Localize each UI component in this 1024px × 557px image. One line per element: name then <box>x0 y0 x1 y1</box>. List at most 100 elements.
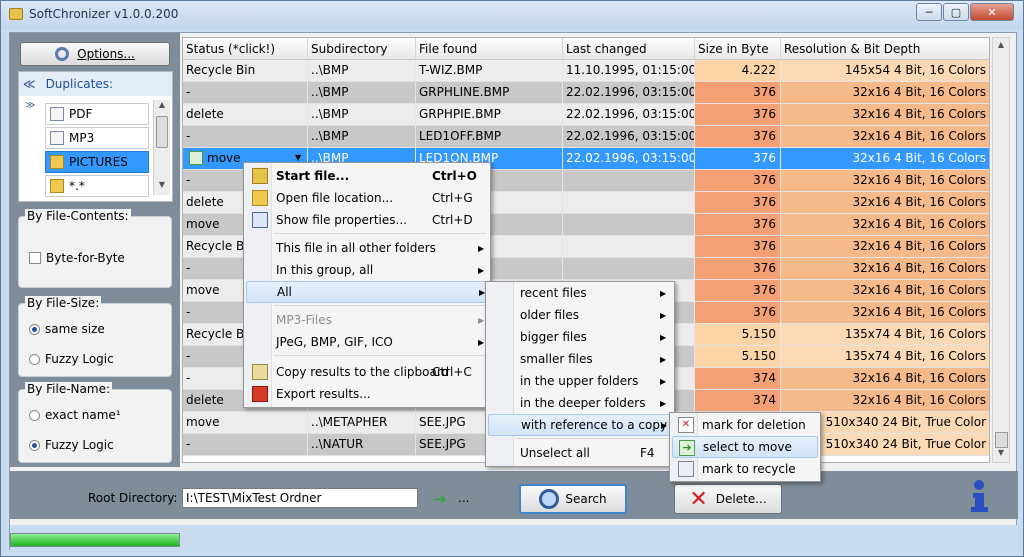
header-resolution[interactable]: Resolution & Bit Depth <box>781 38 989 60</box>
menu-older-files[interactable]: older files ▶ <box>488 304 672 326</box>
cell-resolution: 32x16 4 Bit, 16 Colors <box>781 192 989 213</box>
collapse-chevron-icon[interactable]: ≪ <box>23 77 36 91</box>
list-item-mp3[interactable]: MP3 <box>45 127 149 149</box>
menu-export-results[interactable]: Export results... <box>246 383 488 405</box>
scroll-down-icon[interactable]: ▼ <box>993 448 1009 462</box>
table-row[interactable]: Recycle Bin ..\BMP T-WIZ.BMP 11.10.1995, 01… <box>183 60 989 82</box>
submenu-arrow-icon: ▶ <box>660 288 667 298</box>
menu-select-move[interactable]: ➔ select to move <box>672 436 818 458</box>
minimize-button[interactable]: ─ <box>916 3 942 21</box>
title-bar: SoftChronizer v1.0.0.200 ─ ▢ ✕ <box>1 1 1023 29</box>
cell-status[interactable]: Recycle Bin <box>183 60 308 81</box>
radio[interactable] <box>29 323 40 335</box>
delete-button[interactable]: ✕ Delete... <box>674 484 782 514</box>
table-row[interactable]: delete ..\BMP GRPHPIE.BMP 22.02.1996, 03:15… <box>183 104 989 126</box>
cell-status[interactable]: - <box>183 82 308 103</box>
scroll-thumb[interactable] <box>156 116 168 148</box>
cell-resolution: 32x16 4 Bit, 16 Colors <box>781 126 989 147</box>
name-fuzzy-option[interactable]: Fuzzy Logic <box>29 438 114 452</box>
go-arrow-icon[interactable]: ➔ <box>434 490 447 508</box>
menu-with-reference[interactable]: with reference to a copy ▶ <box>488 414 672 436</box>
radio[interactable] <box>29 439 40 451</box>
by-contents-group: By File-Contents: Byte-for-Byte <box>18 209 172 288</box>
menu-all[interactable]: All ▶ <box>246 281 488 303</box>
header-file-found[interactable]: File found <box>416 38 563 60</box>
scroll-up-icon[interactable]: ▲ <box>154 100 170 114</box>
menu-jpeg-files[interactable]: JPeG, BMP, GIF, ICO ▶ <box>246 331 488 353</box>
menu-label: Unselect all <box>520 446 590 460</box>
option-label: exact name¹ <box>45 408 121 422</box>
cell-resolution: 32x16 4 Bit, 16 Colors <box>781 302 989 323</box>
cell-resolution: 32x16 4 Bit, 16 Colors <box>781 236 989 257</box>
header-size[interactable]: Size in Byte <box>695 38 781 60</box>
root-directory-label: Root Directory: <box>88 491 178 505</box>
grid-scrollbar[interactable]: ▲ ▼ <box>992 37 1010 463</box>
exact-name-option[interactable]: exact name¹ <box>29 408 121 422</box>
start-file-icon <box>252 168 268 184</box>
info-person-icon[interactable] <box>968 479 990 513</box>
scroll-down-icon[interactable]: ▼ <box>154 180 170 194</box>
root-directory-input[interactable]: I:\TEST\MixTest Ordner <box>182 488 418 508</box>
header-subdirectory[interactable]: Subdirectory <box>308 38 416 60</box>
cell-resolution: 32x16 4 Bit, 16 Colors <box>781 104 989 125</box>
menu-copy-results[interactable]: Copy results to the clipboard Ctrl+C <box>246 361 488 383</box>
options-button[interactable]: Options... <box>20 42 170 66</box>
size-fuzzy-option[interactable]: Fuzzy Logic <box>29 352 114 366</box>
menu-smaller-files[interactable]: smaller files ▶ <box>488 348 672 370</box>
cell-changed <box>563 170 695 191</box>
cell-size: 5.150 <box>695 324 781 345</box>
menu-other-folders[interactable]: This file in all other folders ▶ <box>246 237 488 259</box>
menu-bigger-files[interactable]: bigger files ▶ <box>488 326 672 348</box>
cell-status[interactable]: - <box>183 434 308 455</box>
list-scrollbar[interactable]: ▲ ▼ <box>153 100 170 195</box>
close-button[interactable]: ✕ <box>970 3 1014 21</box>
expand-chevron-icon[interactable]: ≫ <box>25 100 35 111</box>
list-item-pictures[interactable]: PICTURES <box>45 151 149 173</box>
list-item-pdf[interactable]: PDF <box>45 103 149 125</box>
list-item-all[interactable]: *.* <box>45 175 149 197</box>
cell-file: GRPHLINE.BMP <box>416 82 563 103</box>
menu-start-file[interactable]: Start file... Ctrl+O <box>246 165 488 187</box>
left-panel: Options... ≪ Duplicates: ≫ PDF MP3 PICTU… <box>10 33 180 467</box>
menu-show-properties[interactable]: Show file properties... Ctrl+D <box>246 209 488 231</box>
header-last-changed[interactable]: Last changed <box>563 38 695 60</box>
menu-upper-folders[interactable]: in the upper folders ▶ <box>488 370 672 392</box>
list-item-label: MP3 <box>69 131 95 145</box>
menu-open-location[interactable]: Open file location... Ctrl+G <box>246 187 488 209</box>
maximize-button[interactable]: ▢ <box>943 3 969 21</box>
menu-recent-files[interactable]: recent files ▶ <box>488 282 672 304</box>
cell-size: 376 <box>695 82 781 103</box>
radio[interactable] <box>29 353 40 365</box>
cell-size: 376 <box>695 126 781 147</box>
table-row[interactable]: - ..\BMP LED1OFF.BMP 22.02.1996, 03:15:00 37… <box>183 126 989 148</box>
file-type-list[interactable]: ≫ PDF MP3 PICTURES *.* ▲ ▼ <box>19 100 174 200</box>
same-size-option[interactable]: same size <box>29 322 105 336</box>
menu-label: All <box>277 285 292 299</box>
byte-for-byte-option[interactable]: Byte-for-Byte <box>29 251 125 265</box>
search-button[interactable]: Search <box>519 484 627 514</box>
menu-deeper-folders[interactable]: in the deeper folders ▶ <box>488 392 672 414</box>
checkbox[interactable] <box>29 252 41 264</box>
menu-mp3-files[interactable]: MP3-Files ▶ <box>246 309 488 331</box>
header-status[interactable]: Status (*click!) <box>183 38 308 60</box>
cell-status[interactable]: delete <box>183 104 308 125</box>
menu-unselect-all[interactable]: Unselect all F4 <box>488 442 672 464</box>
browse-button[interactable]: ... <box>458 491 469 505</box>
table-row[interactable]: - ..\BMP GRPHLINE.BMP 22.02.1996, 03:15:00 3… <box>183 82 989 104</box>
menu-shortcut: Ctrl+D <box>432 213 473 227</box>
duplicates-header[interactable]: ≪ Duplicates: <box>19 72 172 96</box>
cell-changed <box>563 236 695 257</box>
option-label: Byte-for-Byte <box>46 251 125 265</box>
cell-changed: 11.10.1995, 01:15:00 <box>563 60 695 81</box>
scroll-thumb[interactable] <box>995 432 1008 448</box>
menu-mark-recycle[interactable]: mark to recycle <box>672 458 818 480</box>
menu-label: mark to recycle <box>702 462 796 476</box>
scroll-up-icon[interactable]: ▲ <box>993 40 1009 54</box>
list-item-label: PICTURES <box>69 155 128 169</box>
menu-mark-deletion[interactable]: ✕ mark for deletion <box>672 414 818 436</box>
status-dropdown-icon[interactable]: ▼ <box>295 153 301 162</box>
cell-status[interactable]: move <box>183 412 308 433</box>
radio[interactable] <box>29 409 40 421</box>
menu-in-group[interactable]: In this group, all ▶ <box>246 259 488 281</box>
cell-status[interactable]: - <box>183 126 308 147</box>
